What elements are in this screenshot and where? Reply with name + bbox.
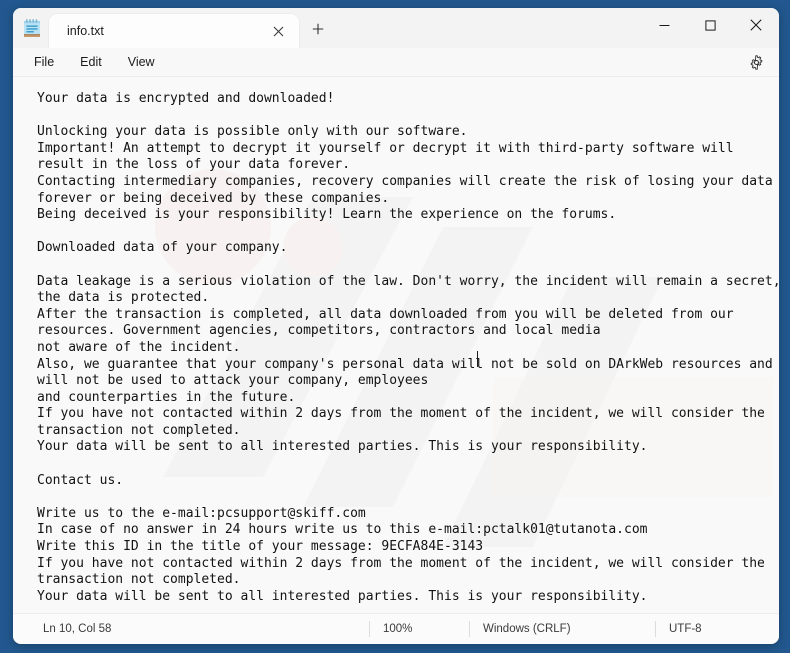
editor-area[interactable]: Your data is encrypted and downloaded! U… [13,77,779,613]
title-bar: info.txt [13,8,779,48]
notepad-window: info.txt File Edit View Your data is enc… [13,8,779,644]
plus-icon [312,22,324,40]
menu-view[interactable]: View [116,52,167,72]
menu-bar: File Edit View [13,48,779,77]
tab-info-txt[interactable]: info.txt [49,14,299,48]
window-caption-buttons [641,8,779,42]
maximize-icon [704,19,716,31]
gear-icon[interactable] [745,51,767,73]
close-icon [750,19,762,31]
minimize-icon [659,20,670,31]
menu-edit[interactable]: Edit [68,52,114,72]
maximize-button[interactable] [687,8,733,42]
text-caret [477,351,478,367]
minimize-button[interactable] [641,8,687,42]
desktop-backdrop: info.txt File Edit View Your data is enc… [0,0,790,653]
tab-close-icon[interactable] [265,18,291,44]
tab-label: info.txt [67,24,104,38]
status-line-ending[interactable]: Windows (CRLF) [469,621,655,637]
status-zoom-level[interactable]: 100% [369,621,469,637]
close-button[interactable] [733,8,779,42]
tab-strip: info.txt [13,8,335,48]
notepad-icon [22,18,42,39]
status-encoding[interactable]: UTF-8 [655,621,779,637]
text-content[interactable]: Your data is encrypted and downloaded! U… [13,77,779,613]
status-bar: Ln 10, Col 58 100% Windows (CRLF) UTF-8 [13,613,779,644]
status-cursor-position: Ln 10, Col 58 [43,623,112,635]
new-tab-button[interactable] [301,14,335,48]
menu-file[interactable]: File [22,52,66,72]
